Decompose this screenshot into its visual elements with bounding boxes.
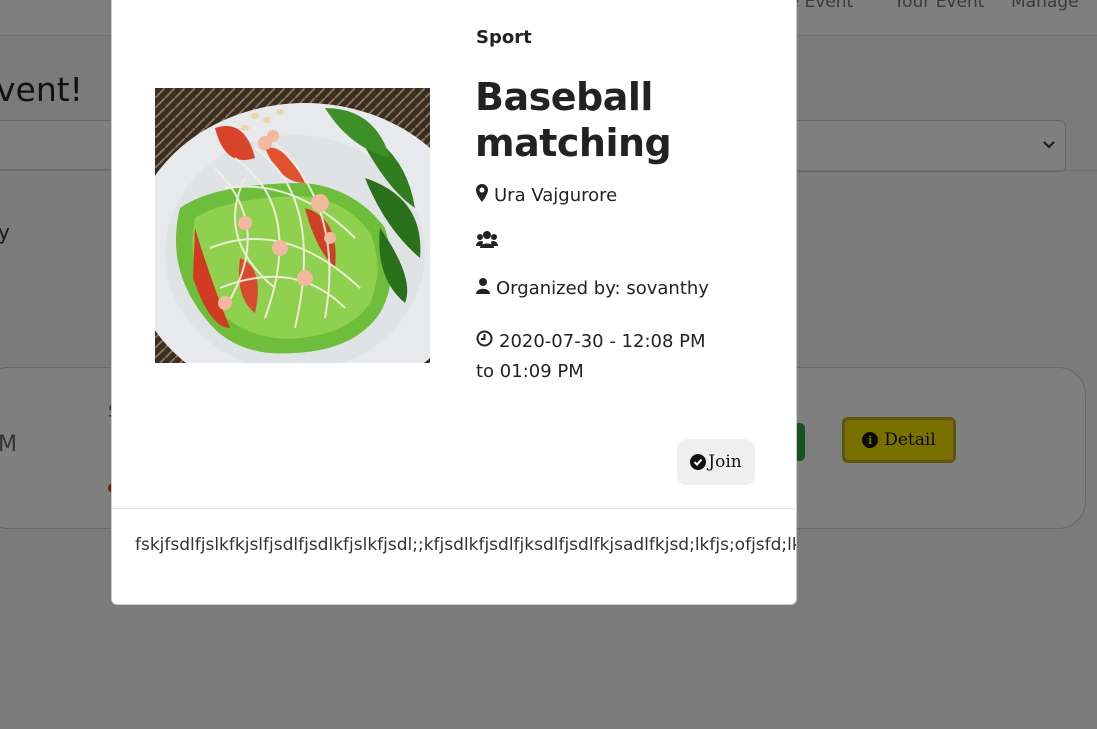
event-title: Baseball matching [475, 75, 672, 165]
location-text: Ura Vajgurore [494, 185, 618, 206]
event-location: Ura Vajgurore [476, 184, 617, 207]
divider [112, 508, 796, 509]
event-participants [476, 230, 498, 253]
datetime-start: 2020-07-30 - 12:08 PM [499, 330, 706, 352]
event-organizer: Organized by: sovanthy [476, 278, 709, 299]
map-marker-icon [476, 184, 488, 207]
clock-icon [476, 330, 493, 352]
event-description: fskjfsdlfjslkfkjslfjsdlfjsdlkfjslkfjsdl;… [135, 535, 797, 555]
users-icon [476, 230, 498, 253]
event-image [155, 88, 430, 363]
check-circle-icon [690, 454, 707, 470]
event-datetime: 2020-07-30 - 12:08 PM [476, 330, 706, 352]
join-button-label: Join [708, 452, 742, 472]
user-icon [476, 278, 490, 299]
event-category: Sport [476, 27, 532, 48]
event-detail-modal: Sport Baseball matching Ura Vajgurore Or… [111, 0, 797, 605]
datetime-end: to 01:09 PM [476, 361, 584, 382]
join-button[interactable]: Join [677, 439, 755, 485]
modal-body: Sport Baseball matching Ura Vajgurore Or… [112, 0, 796, 508]
event-datetime-end: to 01:09 PM [476, 361, 584, 382]
organizer-text: Organized by: sovanthy [496, 278, 709, 299]
